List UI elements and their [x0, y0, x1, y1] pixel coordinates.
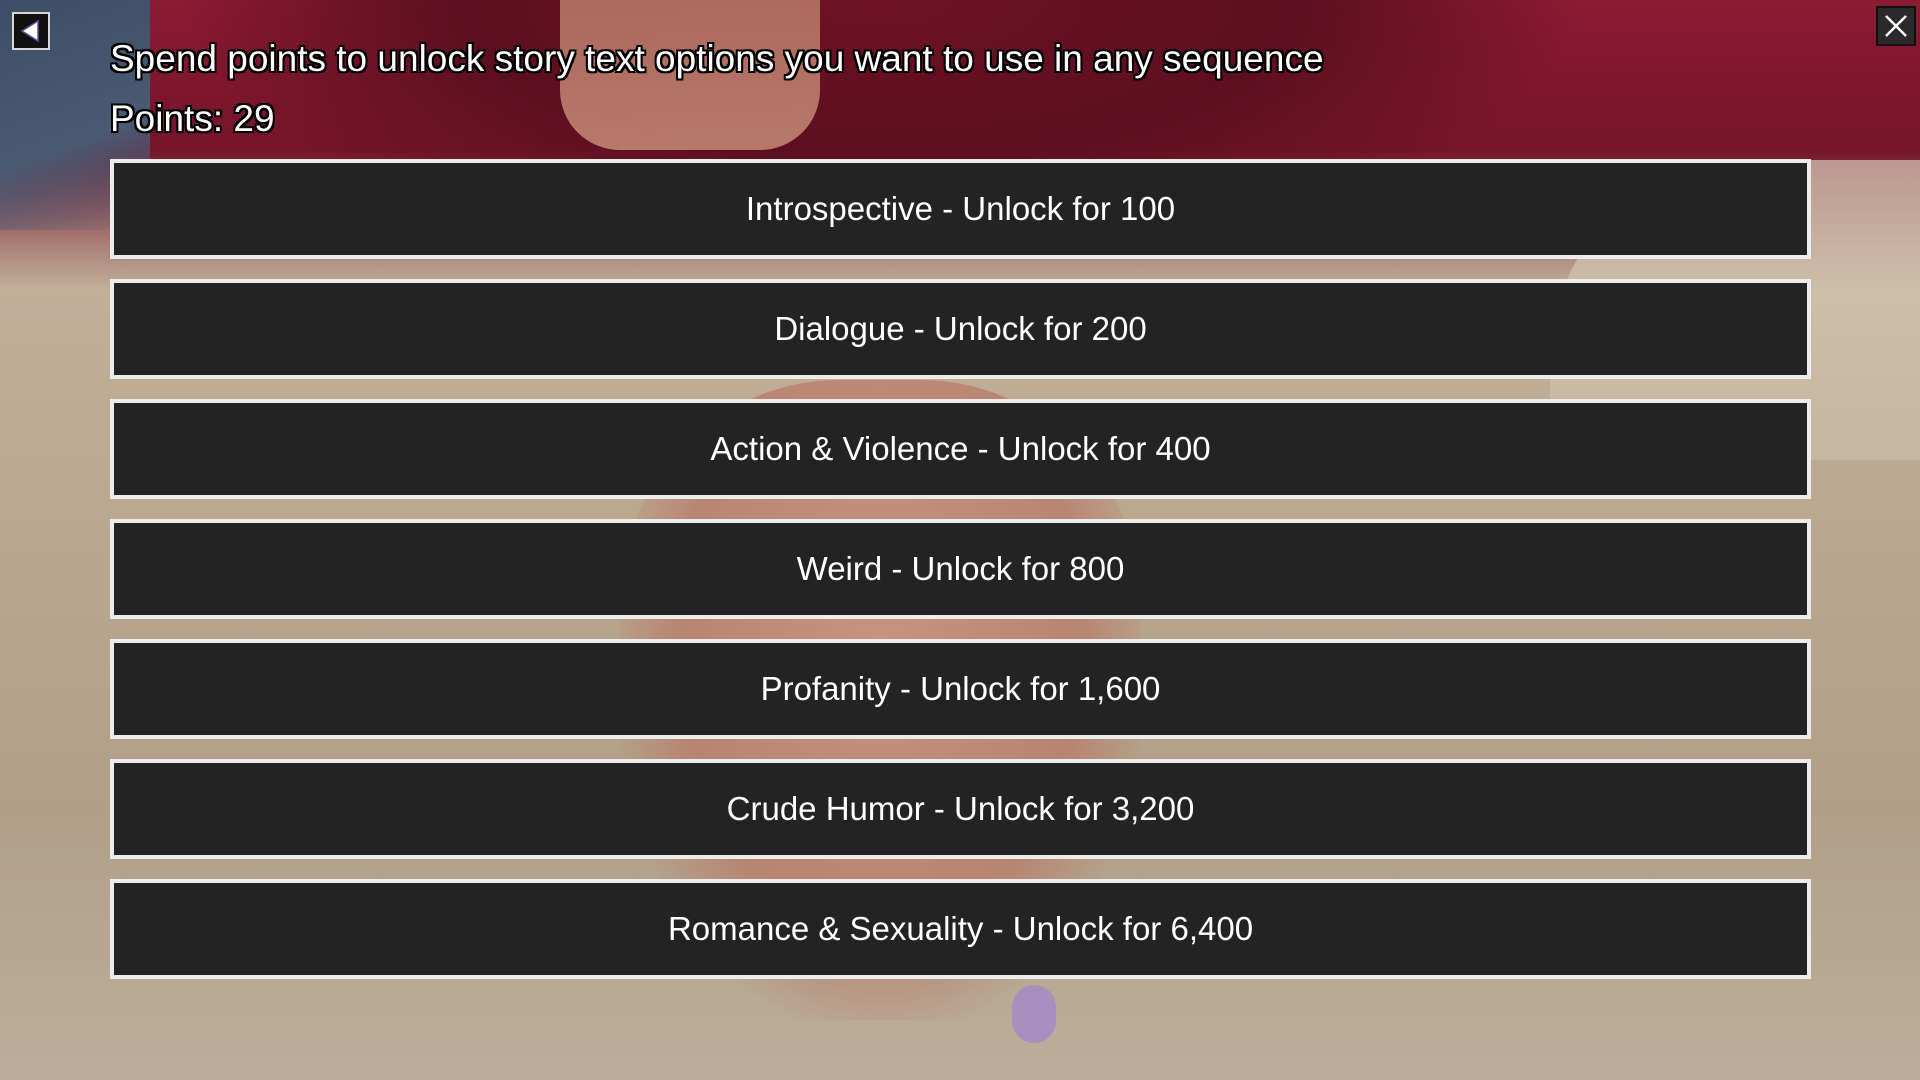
unlock-introspective-button[interactable]: Introspective - Unlock for 100: [110, 159, 1811, 259]
instruction-text: Spend points to unlock story text option…: [110, 38, 1324, 79]
unlock-weird-button[interactable]: Weird - Unlock for 800: [110, 519, 1811, 619]
back-arrow-icon: [20, 19, 39, 43]
unlock-dialogue-button[interactable]: Dialogue - Unlock for 200: [110, 279, 1811, 379]
close-icon: [1885, 15, 1907, 37]
unlock-action-violence-button[interactable]: Action & Violence - Unlock for 400: [110, 399, 1811, 499]
back-button[interactable]: [12, 12, 50, 50]
unlock-romance-sexuality-button[interactable]: Romance & Sexuality - Unlock for 6,400: [110, 879, 1811, 979]
unlock-options-list: Introspective - Unlock for 100 Dialogue …: [110, 159, 1811, 999]
unlock-crude-humor-button[interactable]: Crude Humor - Unlock for 3,200: [110, 759, 1811, 859]
unlock-profanity-button[interactable]: Profanity - Unlock for 1,600: [110, 639, 1811, 739]
points-counter: Points: 29: [110, 98, 275, 139]
close-button[interactable]: [1876, 6, 1916, 46]
unlock-screen: Spend points to unlock story text option…: [0, 0, 1920, 1080]
